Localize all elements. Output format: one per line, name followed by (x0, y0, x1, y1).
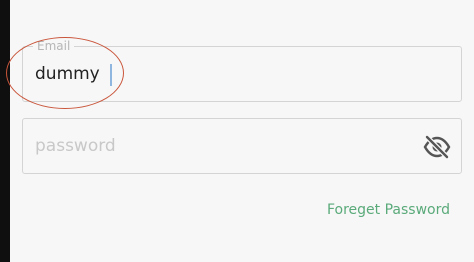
password-input[interactable] (23, 119, 461, 173)
email-input[interactable] (23, 47, 461, 101)
text-caret (110, 64, 112, 86)
forgot-password-link[interactable]: Foreget Password (327, 202, 450, 218)
login-form: Email Foreget Password (0, 0, 474, 262)
password-field-container (22, 118, 462, 174)
eye-off-icon[interactable] (423, 133, 451, 161)
email-field-container: Email (22, 39, 462, 102)
